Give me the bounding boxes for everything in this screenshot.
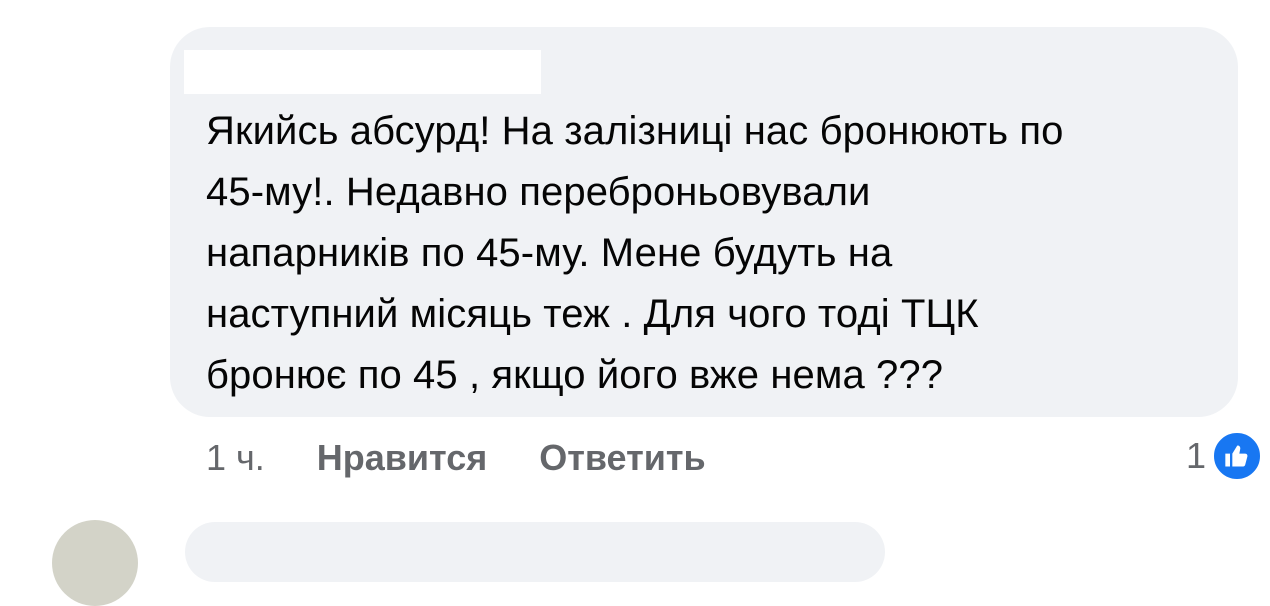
thumbs-up-icon: [1212, 431, 1262, 481]
comment-text-line: Якийсь абсурд! На залізниці нас бронюють…: [206, 109, 1064, 153]
author-name-redacted: [184, 50, 541, 94]
comment-text: Якийсь абсурд! На залізниці нас бронюють…: [206, 101, 1216, 406]
reactions-summary[interactable]: 1: [1186, 430, 1262, 482]
like-button[interactable]: Нравится: [317, 437, 487, 479]
comment-text-line: бронює по 45 , якщо його вже нема ???: [206, 353, 944, 397]
next-comment-bubble: [185, 522, 885, 582]
comment-text-line: наступний місяць теж . Для чого тоді ТЦК: [206, 292, 979, 336]
reaction-count: 1: [1185, 435, 1206, 476]
comment-text-line: 45-му!. Недавно переброньовували: [206, 170, 871, 214]
next-comment-avatar[interactable]: [52, 520, 138, 606]
comment-timestamp[interactable]: 1 ч.: [206, 437, 265, 479]
reply-button[interactable]: Ответить: [539, 437, 705, 479]
comment-actions: 1 ч. Нравится Ответить: [206, 430, 758, 486]
thumbs-up-glyph: [1225, 445, 1248, 467]
comment-text-line: напарників по 45-му. Мене будуть на: [206, 231, 893, 275]
